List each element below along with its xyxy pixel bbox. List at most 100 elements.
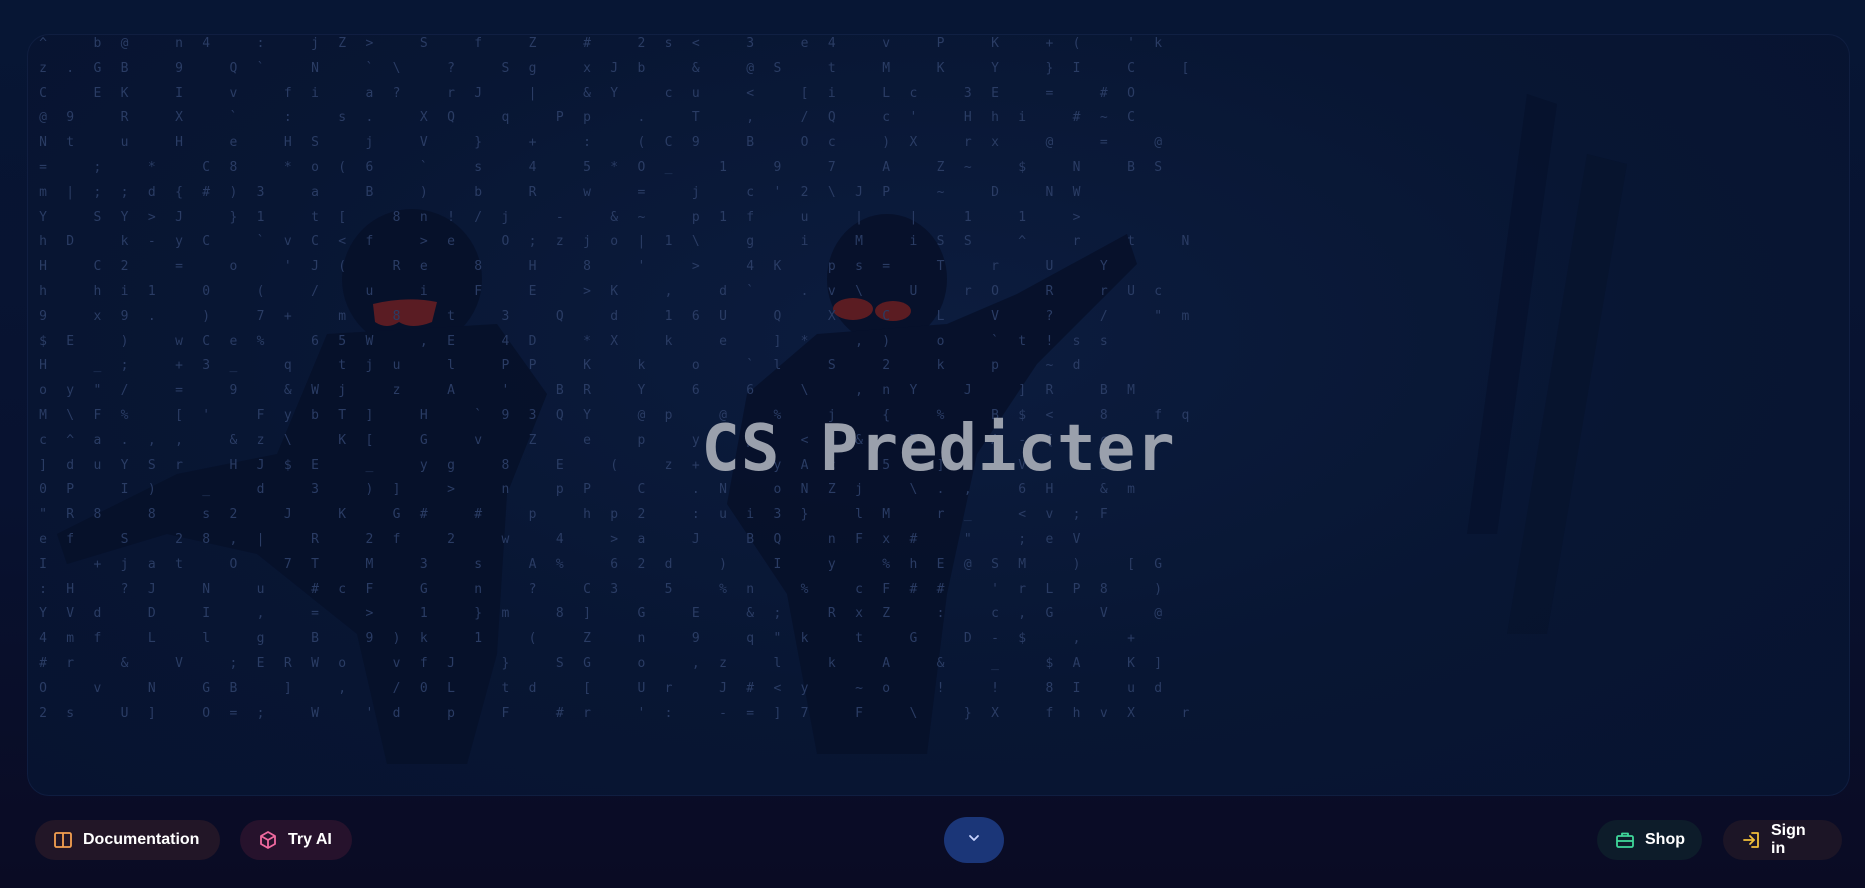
matrix-row: m |;; d {#) 3 a B) b Rw = j c ' 2 \ J P ~ D N W bbox=[27, 185, 1850, 205]
matrix-glyph: ` bbox=[746, 358, 755, 374]
matrix-glyph: P bbox=[1072, 581, 1081, 597]
matrix-glyph: ; bbox=[256, 705, 265, 721]
matrix-glyph: Y bbox=[909, 383, 918, 399]
matrix-glyph: h bbox=[93, 284, 102, 299]
matrix-glyph: a bbox=[147, 556, 156, 572]
matrix-row: H _; +3 _ q t j u l P P Kk o ` l S 2 k p ~ d bbox=[27, 358, 1850, 378]
matrix-glyph: * bbox=[583, 333, 591, 349]
matrix-glyph: z bbox=[392, 383, 401, 399]
matrix-glyph: * bbox=[283, 160, 292, 175]
matrix-glyph: O bbox=[501, 234, 510, 250]
matrix-glyph: n bbox=[474, 581, 483, 597]
matrix-glyph: l bbox=[773, 656, 782, 671]
matrix-glyph: 0 bbox=[202, 284, 211, 299]
matrix-glyph: ' bbox=[991, 581, 999, 597]
matrix-glyph: v bbox=[93, 680, 102, 696]
matrix-glyph: ( bbox=[637, 135, 646, 151]
matrix-glyph: S bbox=[311, 135, 319, 151]
matrix-glyph: < bbox=[338, 234, 347, 250]
matrix-glyph: e bbox=[229, 135, 238, 151]
try-ai-button[interactable]: Try AI bbox=[240, 820, 352, 860]
scroll-down-button[interactable] bbox=[944, 817, 1004, 863]
matrix-glyph: n bbox=[637, 631, 646, 647]
matrix-glyph: ) bbox=[719, 556, 727, 572]
matrix-glyph: V bbox=[1072, 532, 1081, 547]
matrix-glyph: - bbox=[991, 631, 999, 647]
matrix-glyph: # bbox=[419, 507, 428, 523]
matrix-glyph: & bbox=[936, 656, 945, 671]
matrix-glyph: 7 bbox=[256, 308, 265, 324]
shop-button[interactable]: Shop bbox=[1597, 820, 1702, 860]
matrix-glyph: _ bbox=[93, 358, 102, 374]
matrix-glyph: F bbox=[882, 581, 891, 597]
matrix-glyph: 2 bbox=[229, 507, 238, 523]
matrix-glyph: V bbox=[419, 135, 428, 151]
matrix-glyph: S bbox=[963, 234, 972, 250]
matrix-glyph: b bbox=[474, 184, 483, 200]
matrix-glyph: * bbox=[610, 160, 619, 175]
matrix-row: @9 R X `: s. X Qq Pp. T, / Qc ' Hh i # ~ C bbox=[27, 110, 1850, 130]
matrix-glyph: 1 bbox=[256, 209, 265, 225]
matrix-glyph: A bbox=[447, 383, 455, 399]
matrix-glyph: \ bbox=[691, 234, 700, 250]
matrix-glyph: ^ bbox=[39, 36, 47, 51]
matrix-glyph: @ bbox=[1045, 135, 1054, 151]
matrix-glyph: u bbox=[800, 209, 809, 225]
matrix-glyph: N bbox=[311, 60, 319, 76]
matrix-glyph: S bbox=[120, 532, 129, 547]
matrix-glyph: 0 bbox=[419, 680, 428, 696]
matrix-glyph: 9 bbox=[229, 383, 238, 399]
matrix-glyph: & bbox=[746, 606, 755, 622]
matrix-glyph: ' bbox=[909, 110, 918, 126]
matrix-glyph: f bbox=[66, 532, 75, 547]
matrix-glyph: c bbox=[746, 184, 755, 200]
matrix-glyph: V bbox=[175, 656, 183, 671]
matrix-glyph: 3 bbox=[202, 358, 211, 374]
matrix-row: Y Vd D I, = >1} m 8] G E &; Rx Z: c, G V @ bbox=[27, 606, 1850, 626]
matrix-glyph: W bbox=[311, 705, 319, 721]
matrix-glyph: O bbox=[800, 135, 809, 151]
matrix-glyph: U bbox=[719, 308, 727, 324]
matrix-glyph: | bbox=[855, 209, 863, 225]
matrix-glyph: t bbox=[338, 358, 347, 374]
matrix-glyph: D bbox=[991, 184, 999, 200]
matrix-glyph: " bbox=[1154, 308, 1163, 324]
matrix-glyph: w bbox=[583, 184, 591, 200]
matrix-glyph: t bbox=[1127, 234, 1135, 250]
matrix-glyph: @ bbox=[39, 110, 47, 126]
matrix-glyph: , bbox=[1072, 631, 1081, 647]
matrix-glyph: Y bbox=[1099, 259, 1108, 275]
matrix-glyph: R bbox=[392, 259, 401, 275]
matrix-glyph: m bbox=[501, 606, 510, 622]
matrix-glyph: r bbox=[1099, 284, 1108, 299]
matrix-glyph: ; bbox=[1072, 507, 1081, 523]
matrix-glyph: ` bbox=[256, 60, 265, 76]
matrix-glyph: X bbox=[991, 705, 999, 721]
matrix-glyph: s bbox=[664, 36, 673, 51]
matrix-glyph: K bbox=[936, 60, 945, 76]
matrix-glyph: & bbox=[583, 85, 591, 101]
matrix-glyph: _ bbox=[991, 656, 999, 671]
matrix-glyph: } bbox=[1045, 60, 1054, 76]
matrix-glyph: P bbox=[555, 110, 564, 126]
matrix-glyph: D bbox=[66, 234, 75, 250]
matrix-glyph: X bbox=[610, 333, 619, 349]
matrix-glyph: ` bbox=[365, 60, 374, 76]
matrix-glyph: ) bbox=[882, 333, 891, 349]
matrix-glyph: # bbox=[474, 507, 483, 523]
matrix-glyph: : bbox=[39, 581, 47, 597]
matrix-glyph: z bbox=[719, 656, 727, 671]
matrix-row: o y " / = 9 & Wj z A ' B R Y 6 6 \, n Y J] R B M bbox=[27, 383, 1850, 403]
sign-in-button[interactable]: Sign in bbox=[1723, 820, 1842, 860]
matrix-glyph: ` bbox=[419, 160, 428, 175]
matrix-glyph: @ bbox=[746, 60, 755, 76]
documentation-button[interactable]: Documentation bbox=[35, 820, 220, 860]
matrix-glyph: B bbox=[365, 184, 374, 200]
matrix-glyph: 1 bbox=[719, 209, 727, 225]
matrix-glyph: K bbox=[773, 259, 782, 275]
matrix-glyph: ; bbox=[93, 160, 102, 175]
matrix-glyph: K bbox=[583, 358, 591, 374]
matrix-glyph: 2 bbox=[39, 705, 47, 721]
hero-banner: ^ b @ n 4: j Z > Sf Z #2 s <3 e 4 v P K +(' k z. G B 9 Q ` N ` \? Sg x… bbox=[27, 34, 1850, 796]
matrix-glyph: ] bbox=[147, 705, 156, 721]
